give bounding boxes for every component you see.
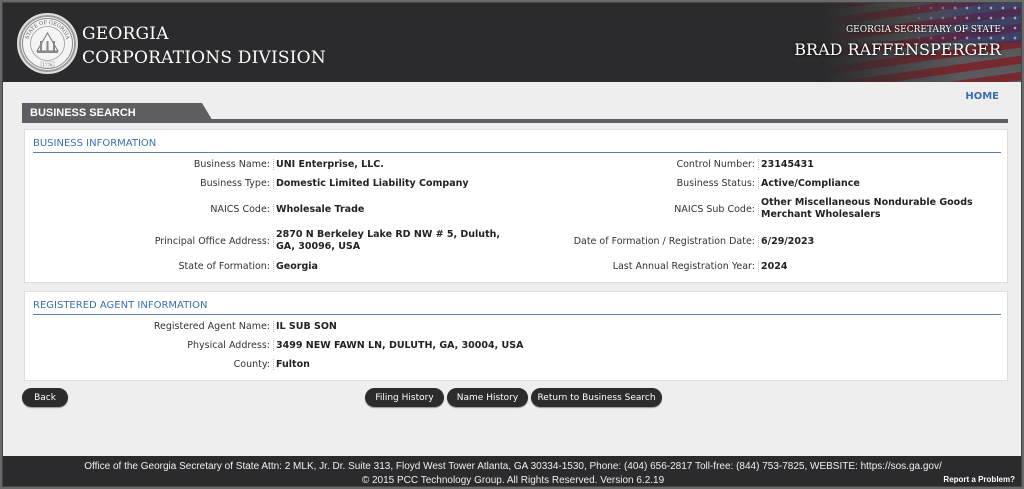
separator <box>758 178 759 189</box>
business-name-value: UNI Enterprise, LLC. <box>276 159 384 170</box>
state-row: State of Formation: Georgia Last Annual … <box>25 261 1009 275</box>
office-row: Principal Office Address: 2870 N Berkele… <box>25 229 1009 255</box>
agent-name-value: IL SUB SON <box>276 321 337 332</box>
separator <box>273 261 274 272</box>
georgia-state-seal-icon: 1776 STATE OF GEORGIA <box>17 13 78 74</box>
county-label: County: <box>233 359 270 370</box>
filing-history-button[interactable]: Filing History <box>365 388 444 407</box>
business-type-value: Domestic Limited Liability Company <box>276 178 469 189</box>
footer-address: Office of the Georgia Secretary of State… <box>84 461 942 472</box>
agent-name-row: Registered Agent Name: IL SUB SON <box>25 321 1009 335</box>
physical-address-row: Physical Address: 3499 NEW FAWN LN, DULU… <box>25 340 1009 354</box>
page-title-bar: BUSINESS SEARCH <box>22 103 1008 123</box>
control-number-value: 23145431 <box>761 159 814 170</box>
separator <box>758 236 759 247</box>
business-info-panel: BUSINESS INFORMATION Business Name: UNI … <box>24 129 1008 283</box>
business-name-row: Business Name: UNI Enterprise, LLC. Cont… <box>25 159 1009 173</box>
principal-office-label: Principal Office Address: <box>154 236 270 247</box>
principal-office-value: 2870 N Berkeley Lake RD NW # 5, Duluth, … <box>276 229 500 252</box>
physical-address-label: Physical Address: <box>187 340 270 351</box>
site-footer: Office of the Georgia Secretary of State… <box>3 456 1021 486</box>
control-number-label: Control Number: <box>676 159 755 170</box>
seal-year: 1776 <box>42 62 53 67</box>
business-status-value: Active/Compliance <box>761 178 860 189</box>
site-title-line2: CORPORATIONS DIVISION <box>82 48 326 68</box>
physical-address-value: 3499 NEW FAWN LN, DULUTH, GA, 30004, USA <box>276 340 524 351</box>
separator <box>273 159 274 170</box>
page-title: BUSINESS SEARCH <box>30 107 136 119</box>
business-info-heading: BUSINESS INFORMATION <box>33 138 1001 153</box>
sos-name: BRAD RAFFENSPERGER <box>794 40 1001 59</box>
page-frame: 1776 STATE OF GEORGIA GEORGIA CORPORATIO… <box>2 2 1022 487</box>
site-title-line1: GEORGIA <box>82 24 169 44</box>
separator <box>273 359 274 370</box>
report-problem-link[interactable]: Report a Problem? <box>943 475 1015 484</box>
separator <box>758 204 759 215</box>
state-of-formation-label: State of Formation: <box>178 261 271 272</box>
separator <box>758 261 759 272</box>
registered-agent-panel: REGISTERED AGENT INFORMATION Registered … <box>24 291 1008 381</box>
return-to-search-button[interactable]: Return to Business Search <box>531 388 662 407</box>
business-type-row: Business Type: Domestic Limited Liabilit… <box>25 178 1009 192</box>
agent-name-label: Registered Agent Name: <box>153 321 270 332</box>
naics-code-label: NAICS Code: <box>210 204 270 215</box>
separator <box>273 204 274 215</box>
separator <box>273 236 274 247</box>
county-value: Fulton <box>276 359 310 370</box>
naics-code-value: Wholesale Trade <box>276 204 365 215</box>
date-of-formation-label: Date of Formation / Registration Date: <box>573 236 755 247</box>
naics-sub-code-value: Other Miscellaneous Nondurable Goods Mer… <box>761 197 973 220</box>
naics-row: NAICS Code: Wholesale Trade NAICS Sub Co… <box>25 197 1009 227</box>
site-header: 1776 STATE OF GEORGIA GEORGIA CORPORATIO… <box>3 3 1021 82</box>
state-of-formation-value: Georgia <box>276 261 318 272</box>
county-row: County: Fulton <box>25 359 1009 373</box>
business-status-label: Business Status: <box>676 178 755 189</box>
agent-info-heading: REGISTERED AGENT INFORMATION <box>33 300 1001 315</box>
footer-copyright: © 2015 PCC Technology Group. All Rights … <box>361 475 665 486</box>
separator <box>758 159 759 170</box>
last-annual-reg-label: Last Annual Registration Year: <box>612 261 755 272</box>
name-history-button[interactable]: Name History <box>447 388 528 407</box>
last-annual-reg-value: 2024 <box>761 261 788 272</box>
back-button[interactable]: Back <box>22 388 68 407</box>
separator <box>273 178 274 189</box>
sos-label: GEORGIA SECRETARY OF STATE <box>845 25 1001 35</box>
flag-stars <box>901 3 1021 43</box>
home-link[interactable]: HOME <box>965 91 999 102</box>
business-type-label: Business Type: <box>200 178 270 189</box>
business-name-label: Business Name: <box>193 159 270 170</box>
separator <box>273 321 274 332</box>
naics-sub-code-label: NAICS Sub Code: <box>674 204 755 215</box>
separator <box>273 340 274 351</box>
date-of-formation-value: 6/29/2023 <box>761 236 815 247</box>
